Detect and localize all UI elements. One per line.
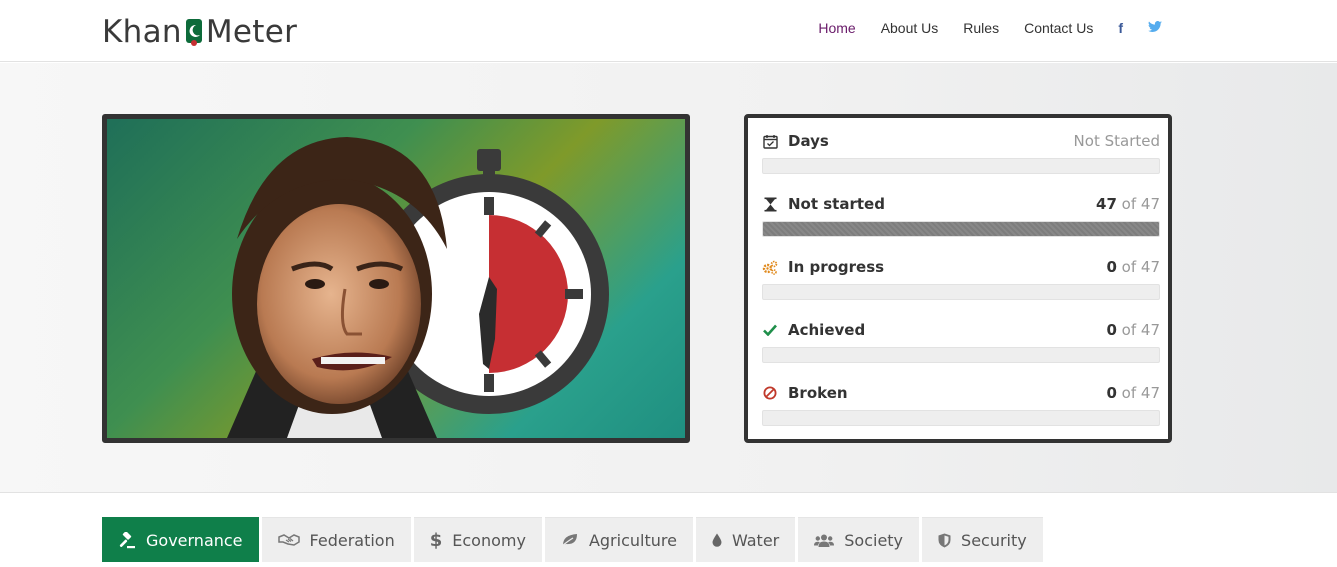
nav-rules[interactable]: Rules <box>963 20 999 36</box>
hero-section: Days Not Started Not started 47 of 47 In… <box>0 63 1337 493</box>
progress-bar <box>762 158 1160 174</box>
tab-economy[interactable]: $ Economy <box>413 517 542 562</box>
tab-label: Federation <box>309 530 395 550</box>
nav-about-us[interactable]: About Us <box>881 20 939 36</box>
promise-stats-panel: Days Not Started Not started 47 of 47 In… <box>744 114 1172 443</box>
stat-value: 0 of 47 <box>1106 321 1160 339</box>
tab-label: Governance <box>146 530 243 550</box>
main-nav: Home About Us Rules Contact Us f <box>793 20 1162 36</box>
tab-society[interactable]: Society <box>798 517 920 562</box>
check-icon <box>762 322 778 338</box>
stat-label: Achieved <box>788 321 866 339</box>
handshake-icon <box>277 533 300 547</box>
stat-not-started: Not started 47 of 47 <box>762 193 1160 237</box>
hourglass-icon <box>762 196 778 212</box>
stat-days: Days Not Started <box>762 130 1160 174</box>
shield-icon <box>938 533 951 548</box>
progress-bar <box>762 347 1160 363</box>
dollar-icon: $ <box>429 529 443 551</box>
tab-label: Security <box>961 530 1027 550</box>
category-tabs: Governance Federation $ Economy Agricult… <box>102 517 1046 562</box>
drop-icon <box>712 533 722 547</box>
tab-label: Agriculture <box>588 530 677 550</box>
tab-label: Society <box>844 530 904 550</box>
hero-portrait-image <box>102 114 690 443</box>
tab-label: Economy <box>452 530 526 550</box>
tab-water[interactable]: Water <box>695 517 796 562</box>
users-icon <box>814 533 835 548</box>
top-navbar: Khan Meter Home About Us Rules Contact U… <box>0 0 1337 62</box>
tab-federation[interactable]: Federation <box>261 517 411 562</box>
gears-icon <box>762 259 778 275</box>
twitter-icon[interactable] <box>1148 20 1162 36</box>
progress-bar <box>762 221 1160 237</box>
gavel-icon <box>118 531 136 549</box>
facebook-icon[interactable]: f <box>1118 20 1123 36</box>
tab-label: Water <box>731 530 780 550</box>
stat-achieved: Achieved 0 of 47 <box>762 319 1160 363</box>
ban-icon <box>762 385 778 401</box>
logo-flag-icon <box>183 17 205 47</box>
stat-in-progress: In progress 0 of 47 <box>762 256 1160 300</box>
stat-label: Not started <box>788 195 885 213</box>
stat-label: Days <box>788 132 829 150</box>
stat-label: In progress <box>788 258 885 276</box>
stat-value: 0 of 47 <box>1106 258 1160 276</box>
site-logo[interactable]: Khan Meter <box>102 12 297 52</box>
stat-value: 47 of 47 <box>1096 195 1160 213</box>
stat-broken: Broken 0 of 47 <box>762 382 1160 426</box>
logo-text-left: Khan <box>102 14 182 50</box>
leaf-icon <box>561 533 579 547</box>
logo-text-right: Meter <box>205 14 298 50</box>
tab-governance[interactable]: Governance <box>102 517 259 562</box>
nav-contact-us[interactable]: Contact Us <box>1024 20 1093 36</box>
stat-label: Broken <box>788 384 848 402</box>
calendar-icon <box>762 133 778 149</box>
stat-value: Not Started <box>1073 132 1160 150</box>
tab-agriculture[interactable]: Agriculture <box>544 517 693 562</box>
progress-bar <box>762 410 1160 426</box>
portrait-figure <box>227 137 447 438</box>
stat-value: 0 of 47 <box>1106 384 1160 402</box>
progress-bar <box>762 284 1160 300</box>
nav-home[interactable]: Home <box>818 20 855 36</box>
tab-security[interactable]: Security <box>922 517 1043 562</box>
